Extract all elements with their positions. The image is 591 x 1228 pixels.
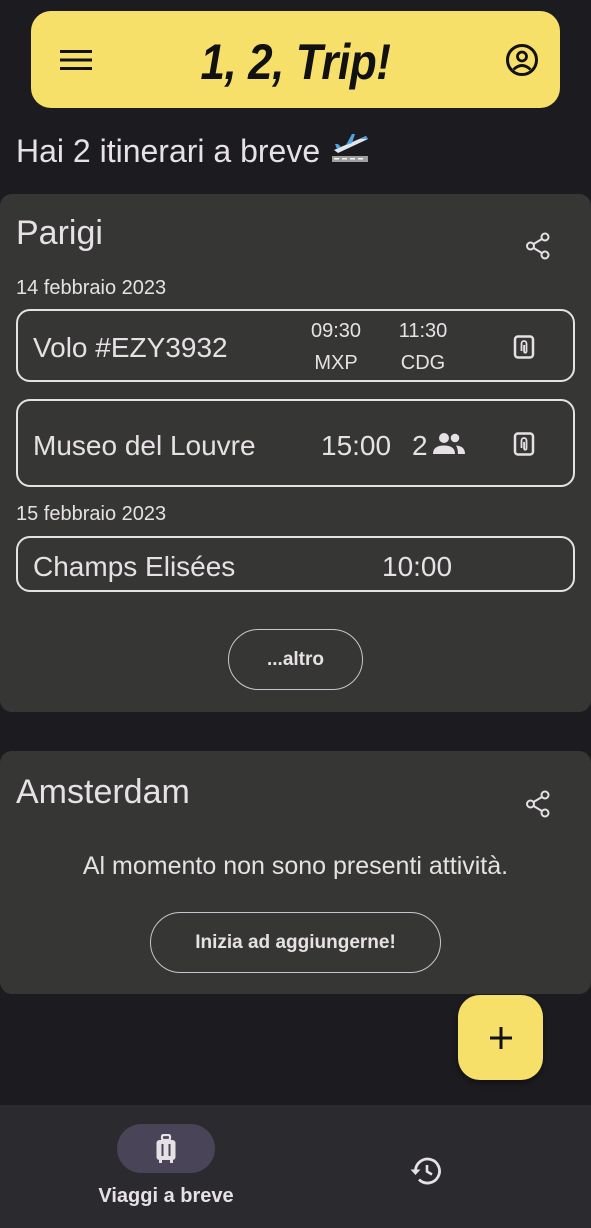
trip-card-amsterdam[interactable]: Amsterdam Al momento non sono presenti a… — [0, 751, 591, 994]
trip-card-parigi[interactable]: Parigi 14 febbraio 2023 Volo #EZY3932 09… — [0, 194, 591, 712]
app-title: 1, 2, Trip! — [200, 34, 391, 90]
day-date: 15 febbraio 2023 — [16, 503, 167, 525]
activity-champs-elysees[interactable]: Champs Elisées 10:00 — [16, 536, 575, 592]
luggage-icon — [156, 1133, 176, 1163]
activity-name: Museo del Louvre — [33, 430, 256, 461]
top-app-bar: 1, 2, Trip! — [31, 11, 560, 108]
activity-flight[interactable]: Volo #EZY3932 09:30 MXP 11:30 CDG — [16, 309, 575, 382]
activity-museum[interactable]: Museo del Louvre 15:00 2 — [16, 399, 575, 487]
history-icon[interactable] — [405, 1151, 445, 1191]
day-date: 14 febbraio 2023 — [16, 277, 167, 299]
attachment-icon[interactable] — [512, 334, 536, 360]
add-fab[interactable] — [458, 995, 543, 1080]
departure-time: 09:30 — [310, 320, 362, 342]
bottom-navigation: Viaggi a breve — [0, 1105, 591, 1228]
plus-icon — [489, 1026, 512, 1049]
activity-name: Volo #EZY3932 — [33, 332, 228, 363]
share-icon[interactable] — [523, 231, 553, 261]
nav-item-upcoming-trips[interactable]: Viaggi a breve — [0, 1105, 295, 1228]
empty-state-message: Al momento non sono presenti attività. — [82, 852, 509, 880]
activity-name: Champs Elisées — [33, 551, 236, 582]
trip-title: Parigi — [16, 214, 103, 252]
share-icon[interactable] — [523, 789, 553, 819]
people-count: 2 — [412, 430, 428, 461]
departure-airport: MXP — [314, 352, 358, 374]
account-icon[interactable] — [502, 40, 542, 80]
trip-title: Amsterdam — [16, 773, 190, 811]
show-more-button[interactable]: ...altro — [228, 629, 363, 690]
arrival-airport: CDG — [400, 352, 446, 374]
arrival-time: 11:30 — [398, 320, 448, 342]
start-adding-button[interactable]: Inizia ad aggiungerne! — [150, 912, 441, 973]
activity-time: 15:00 — [321, 430, 392, 461]
airplane-departure-icon — [330, 130, 370, 172]
people-icon — [432, 431, 466, 462]
activity-time: 10:00 — [382, 551, 453, 582]
greeting-text: Hai 2 itinerari a breve — [16, 132, 321, 169]
nav-label: Viaggi a breve — [98, 1185, 234, 1207]
attachment-icon[interactable] — [512, 431, 536, 457]
greeting: Hai 2 itinerari a breve — [16, 130, 370, 172]
nav-active-indicator — [117, 1124, 215, 1173]
